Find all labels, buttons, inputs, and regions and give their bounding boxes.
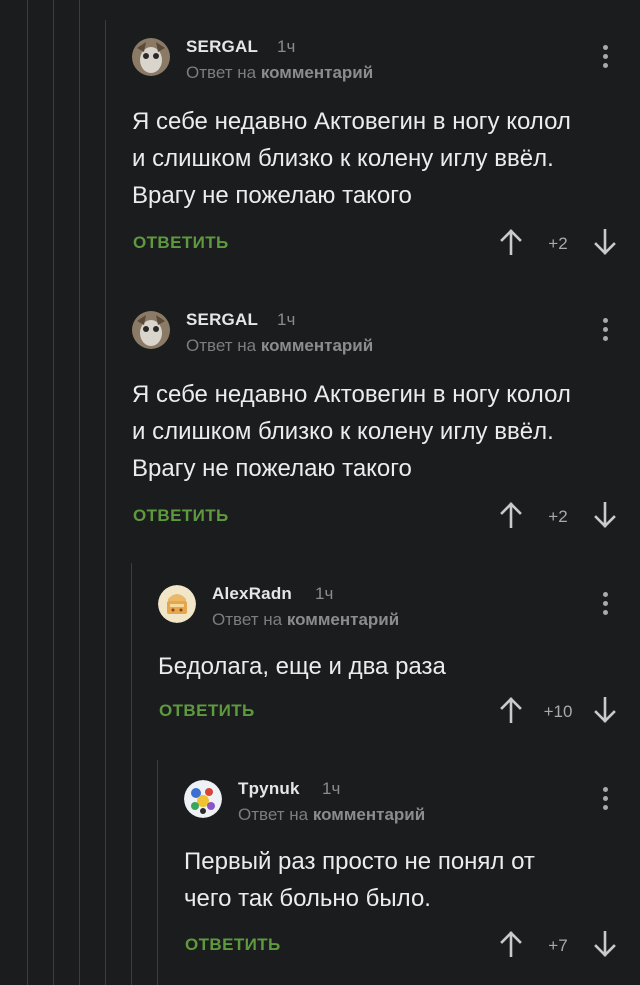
reply-to-prefix: Ответ на	[238, 805, 309, 824]
arrow-down-icon[interactable]	[594, 930, 616, 957]
reply-to: Ответ на комментарий	[238, 805, 425, 825]
reply-to-link[interactable]: комментарий	[313, 805, 425, 824]
reply-button[interactable]: ОТВЕТИТЬ	[185, 935, 281, 955]
comment-line: Первый раз просто не понял от	[184, 848, 535, 875]
avatar[interactable]	[184, 780, 222, 818]
author-name[interactable]: Tpynuk	[238, 779, 300, 799]
comment-body: Первый раз просто не понял от чего так б…	[184, 843, 535, 917]
arrow-up-icon[interactable]	[500, 931, 522, 958]
comment: Tpynuk 1ч Ответ на комментарий Первый ра…	[0, 0, 640, 985]
comment-time: 1ч	[322, 779, 341, 798]
rating-count: +7	[548, 936, 568, 955]
more-vertical-icon[interactable]	[600, 787, 610, 813]
comment-line: чего так больно было.	[184, 885, 431, 912]
